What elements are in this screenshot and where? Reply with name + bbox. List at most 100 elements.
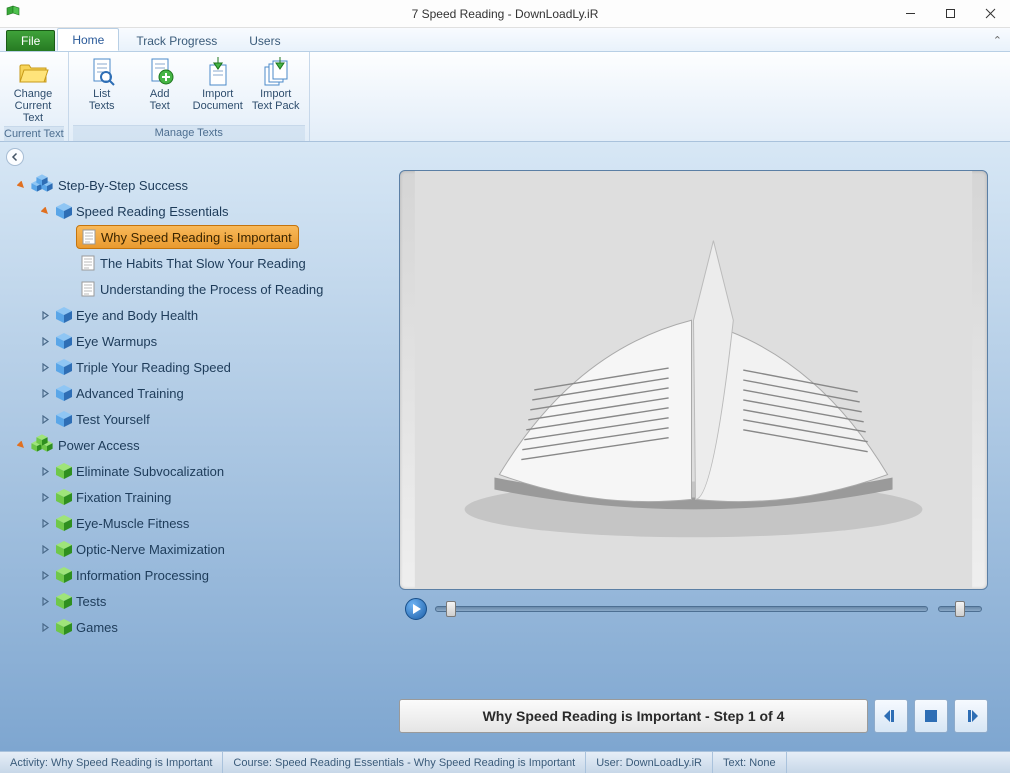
tree-label: The Habits That Slow Your Reading: [100, 256, 306, 271]
expand-icon[interactable]: [38, 493, 52, 502]
expand-icon[interactable]: [38, 389, 52, 398]
cube-green-icon: [54, 591, 74, 611]
expand-icon[interactable]: [38, 311, 52, 320]
status-course: Course: Speed Reading Essentials - Why S…: [223, 752, 586, 773]
status-activity: Activity: Why Speed Reading is Important: [0, 752, 223, 773]
tree-label: Power Access: [58, 438, 140, 453]
expand-icon[interactable]: [38, 415, 52, 424]
status-activity-label: Activity:: [10, 757, 48, 769]
course-step-by-step-success[interactable]: Step-By-Step Success: [8, 172, 387, 198]
expand-icon[interactable]: [38, 467, 52, 476]
lesson-habits-slow[interactable]: The Habits That Slow Your Reading: [8, 250, 387, 276]
progress-thumb[interactable]: [446, 601, 456, 617]
menu-tab-track-progress[interactable]: Track Progress: [121, 29, 232, 51]
cube-blue-icon: [54, 201, 74, 221]
cube-green-multi-icon: [30, 435, 56, 455]
tree-label: Tests: [76, 594, 106, 609]
expand-icon[interactable]: [38, 207, 52, 216]
expand-icon[interactable]: [38, 571, 52, 580]
course-power-access[interactable]: Power Access: [8, 432, 387, 458]
tree-label: Eye-Muscle Fitness: [76, 516, 189, 531]
expand-icon[interactable]: [14, 181, 28, 190]
folder-icon: [17, 56, 49, 88]
cube-green-icon: [54, 513, 74, 533]
doc-mag-icon: [88, 56, 116, 88]
status-user-label: User:: [596, 757, 622, 769]
prev-step-button[interactable]: [874, 699, 908, 733]
minimize-button[interactable]: [890, 0, 930, 27]
import-document-button[interactable]: ImportDocument: [189, 54, 247, 125]
status-bar: Activity: Why Speed Reading is Important…: [0, 751, 1010, 773]
lesson-why-important[interactable]: Why Speed Reading is Important: [8, 224, 387, 250]
section-games[interactable]: Games: [8, 614, 387, 640]
title-bar: 7 Speed Reading - DownLoadLy.iR: [0, 0, 1010, 28]
doc-plus-icon: [146, 56, 174, 88]
file-menu-button[interactable]: File: [6, 30, 55, 51]
menu-bar: File HomeTrack ProgressUsers ⌃: [0, 28, 1010, 52]
ribbon-group-label: Current Text: [4, 126, 64, 142]
collapse-tree-button[interactable]: [6, 148, 24, 166]
ribbon: ChangeCurrent Text Current Text ListTexts A…: [0, 52, 1010, 142]
section-optic-nerve[interactable]: Optic-Nerve Maximization: [8, 536, 387, 562]
section-fixation[interactable]: Fixation Training: [8, 484, 387, 510]
app-icon: [6, 4, 22, 23]
expand-icon[interactable]: [38, 337, 52, 346]
tree-label: Information Processing: [76, 568, 209, 583]
next-step-button[interactable]: [954, 699, 988, 733]
status-text-label: Text:: [723, 757, 746, 769]
document-icon: [81, 228, 97, 246]
volume-slider[interactable]: [938, 606, 982, 612]
cube-blue-icon: [54, 409, 74, 429]
expand-icon[interactable]: [14, 441, 28, 450]
volume-thumb[interactable]: [955, 601, 965, 617]
menu-tab-home[interactable]: Home: [57, 28, 119, 51]
playback-controls: [399, 590, 988, 620]
status-user: User: DownLoadLy.iR: [586, 752, 713, 773]
section-info-processing[interactable]: Information Processing: [8, 562, 387, 588]
main-area: Step-By-Step SuccessSpeed Reading Essent…: [0, 142, 1010, 751]
section-tests[interactable]: Tests: [8, 588, 387, 614]
change-current-text-button[interactable]: ChangeCurrent Text: [4, 54, 62, 126]
tree-label: Optic-Nerve Maximization: [76, 542, 225, 557]
section-test-yourself[interactable]: Test Yourself: [8, 406, 387, 432]
section-speed-reading-essentials[interactable]: Speed Reading Essentials: [8, 198, 387, 224]
cube-blue-multi-icon: [30, 175, 56, 195]
ribbon-item-label: ChangeCurrent Text: [6, 88, 60, 124]
stop-button[interactable]: [914, 699, 948, 733]
tree-label: Fixation Training: [76, 490, 171, 505]
step-bar: Why Speed Reading is Important - Step 1 …: [399, 699, 988, 739]
ribbon-item-label: ListTexts: [89, 88, 115, 112]
lesson-process[interactable]: Understanding the Process of Reading: [8, 276, 387, 302]
tree-label: Eye and Body Health: [76, 308, 198, 323]
video-preview[interactable]: [399, 170, 988, 590]
cube-green-icon: [54, 617, 74, 637]
menu-tab-users[interactable]: Users: [234, 29, 295, 51]
collapse-ribbon-icon[interactable]: ⌃: [993, 34, 1002, 47]
section-advanced-training[interactable]: Advanced Training: [8, 380, 387, 406]
section-eye-body-health[interactable]: Eye and Body Health: [8, 302, 387, 328]
section-triple-speed[interactable]: Triple Your Reading Speed: [8, 354, 387, 380]
course-tree: Step-By-Step SuccessSpeed Reading Essent…: [0, 142, 395, 751]
import-text-pack-button[interactable]: ImportText Pack: [247, 54, 305, 125]
cube-green-icon: [54, 565, 74, 585]
expand-icon[interactable]: [38, 597, 52, 606]
document-icon: [80, 254, 96, 272]
add-text-button[interactable]: AddText: [131, 54, 189, 125]
expand-icon[interactable]: [38, 545, 52, 554]
section-eye-muscle[interactable]: Eye-Muscle Fitness: [8, 510, 387, 536]
expand-icon[interactable]: [38, 519, 52, 528]
tree-label: Understanding the Process of Reading: [100, 282, 323, 297]
progress-slider[interactable]: [435, 606, 928, 612]
expand-icon[interactable]: [38, 623, 52, 632]
cube-blue-icon: [54, 331, 74, 351]
content-pane: Why Speed Reading is Important - Step 1 …: [395, 142, 1010, 751]
section-eliminate-sub[interactable]: Eliminate Subvocalization: [8, 458, 387, 484]
play-button[interactable]: [405, 598, 427, 620]
cube-blue-icon: [54, 383, 74, 403]
section-eye-warmups[interactable]: Eye Warmups: [8, 328, 387, 354]
expand-icon[interactable]: [38, 363, 52, 372]
close-button[interactable]: [970, 0, 1010, 27]
maximize-button[interactable]: [930, 0, 970, 27]
list-texts-button[interactable]: ListTexts: [73, 54, 131, 125]
status-course-value: Speed Reading Essentials - Why Speed Rea…: [275, 757, 575, 769]
